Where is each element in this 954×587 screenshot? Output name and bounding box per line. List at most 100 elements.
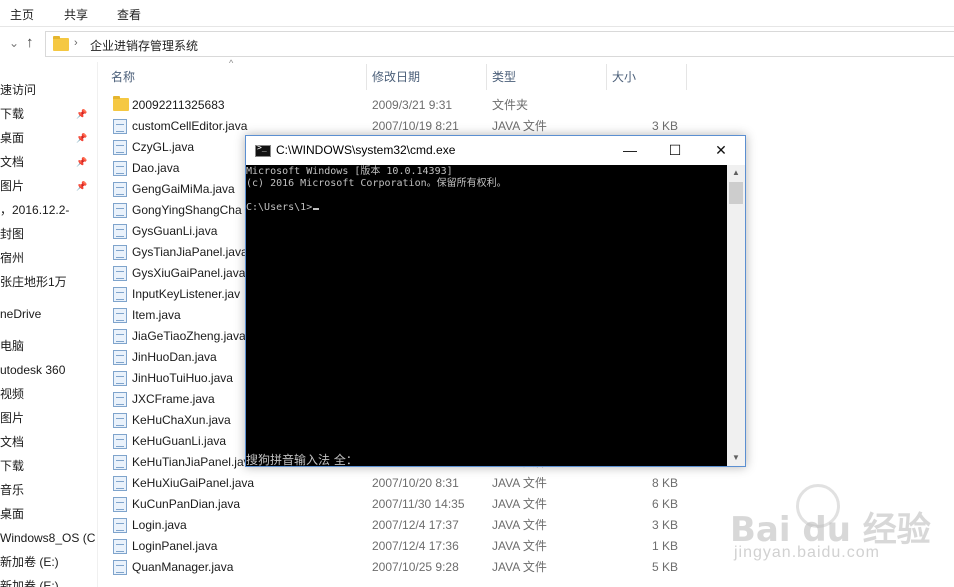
file-name: JiaGeTiaoZheng.java	[132, 329, 246, 343]
maximize-button[interactable]: ☐	[652, 136, 698, 165]
file-size: 8 KB	[651, 476, 678, 490]
nav-item-folder-suzhou[interactable]: 宿州	[0, 247, 24, 269]
file-name: JinHuoDan.java	[132, 350, 217, 364]
cmd-window[interactable]: C:\WINDOWS\system32\cmd.exe — ☐ ✕ Micros…	[245, 135, 746, 467]
file-date: 2007/10/19 8:21	[372, 119, 459, 133]
nav-item-folder-fengtu[interactable]: 封图	[0, 223, 24, 245]
file-name: Login.java	[132, 518, 187, 532]
nav-item-drive-e2[interactable]: 新加卷 (E:)	[0, 575, 59, 587]
table-row[interactable]: KuCunPanDian.java 2007/11/30 14:35 JAVA 文件…	[108, 494, 688, 515]
nav-item-desktop[interactable]: 桌面	[0, 127, 24, 149]
scroll-up-icon[interactable]: ▲	[727, 165, 745, 181]
column-header-size[interactable]: 大小	[612, 64, 636, 90]
console-line: (c) 2016 Microsoft Corporation。保留所有权利。	[246, 178, 507, 189]
file-name: KeHuChaXun.java	[132, 413, 231, 427]
address-bar-row: ⌄ ↑ › 企业进销存管理系统	[0, 28, 954, 60]
file-name: KeHuTianJiaPanel.java	[132, 455, 257, 469]
java-file-icon	[113, 434, 127, 449]
tab-share[interactable]: 共享	[64, 6, 88, 23]
column-divider[interactable]	[686, 64, 687, 90]
tab-view[interactable]: 查看	[117, 6, 141, 23]
java-file-icon	[113, 497, 127, 512]
nav-item-this-pc[interactable]: 电脑	[0, 335, 24, 357]
java-file-icon	[113, 539, 127, 554]
java-file-icon	[113, 476, 127, 491]
file-name: InputKeyListener.jav	[132, 287, 241, 301]
nav-item-folder-zhangzhuang[interactable]: 张庄地形1万	[0, 271, 67, 293]
file-name: JinHuoTuiHuo.java	[132, 371, 233, 385]
pin-icon: 📌	[76, 109, 88, 119]
chevron-down-icon[interactable]: ⌄	[9, 36, 19, 50]
minimize-button[interactable]: —	[607, 136, 653, 165]
column-divider[interactable]	[366, 64, 367, 90]
table-row[interactable]: LoginPanel.java 2007/12/4 17:36 JAVA 文件 1 K…	[108, 536, 688, 557]
console-line: Microsoft Windows [版本 10.0.14393]	[246, 166, 453, 177]
file-size: 5 KB	[651, 560, 678, 574]
ribbon-tabs: 主页 共享 查看	[0, 0, 954, 27]
column-header-date[interactable]: 修改日期	[372, 64, 420, 90]
table-row[interactable]: customCellEditor.java 2007/10/19 8:21 JAVA…	[108, 116, 688, 137]
file-name: GysGuanLi.java	[132, 224, 218, 238]
pane-divider[interactable]	[97, 62, 98, 587]
java-file-icon	[113, 518, 127, 533]
breadcrumb-path[interactable]: 企业进销存管理系统	[90, 37, 198, 54]
cmd-titlebar[interactable]: C:\WINDOWS\system32\cmd.exe — ☐ ✕	[246, 136, 745, 165]
paw-logo-icon	[796, 484, 840, 528]
java-file-icon	[113, 371, 127, 386]
scroll-thumb[interactable]	[729, 182, 743, 204]
scroll-down-icon[interactable]: ▼	[727, 450, 745, 466]
up-arrow-icon[interactable]: ↑	[26, 34, 34, 51]
nav-item-onedrive[interactable]: neDrive	[0, 303, 41, 325]
nav-item-quick-access[interactable]: 速访问	[0, 79, 36, 101]
cmd-title: C:\WINDOWS\system32\cmd.exe	[276, 143, 456, 157]
table-row[interactable]: Login.java 2007/12/4 17:37 JAVA 文件 3 KB	[108, 515, 688, 536]
cmd-scrollbar[interactable]: ▲ ▼	[727, 165, 745, 466]
table-row[interactable]: KeHuXiuGaiPanel.java 2007/10/20 8:31 JAVA …	[108, 473, 688, 494]
column-header-name[interactable]: 名称	[111, 64, 135, 90]
nav-item-documents-pc[interactable]: 文档	[0, 431, 24, 453]
address-bar[interactable]: › 企业进销存管理系统	[45, 31, 954, 57]
file-date: 2009/3/21 9:31	[372, 98, 453, 112]
pin-icon: 📌	[76, 181, 88, 191]
console-output[interactable]: Microsoft Windows [版本 10.0.14393] (c) 20…	[246, 165, 727, 467]
watermark-logo: Bai du 经验	[730, 510, 931, 550]
file-date: 2007/12/4 17:36	[372, 539, 459, 553]
file-type: JAVA 文件	[492, 539, 547, 553]
table-row[interactable]: 20092211325683 2009/3/21 9:31 文件夹	[108, 95, 688, 116]
folder-icon	[53, 36, 69, 51]
java-file-icon	[113, 245, 127, 260]
column-divider[interactable]	[606, 64, 607, 90]
nav-item-videos[interactable]: 视频	[0, 383, 24, 405]
file-name: GengGaiMiMa.java	[132, 182, 235, 196]
tab-home[interactable]: 主页	[10, 6, 34, 23]
file-size: 6 KB	[651, 497, 678, 511]
nav-item-downloads-pc[interactable]: 下载	[0, 455, 24, 477]
nav-item-desktop-pc[interactable]: 桌面	[0, 503, 24, 525]
nav-item-pictures[interactable]: 图片	[0, 175, 24, 197]
nav-item-drive-c[interactable]: Windows8_OS (C	[0, 527, 95, 549]
file-name: customCellEditor.java	[132, 119, 248, 133]
java-file-icon	[113, 140, 127, 155]
table-row[interactable]: QuanManager.java 2007/10/25 9:28 JAVA 文件 5 …	[108, 557, 688, 578]
nav-item-music[interactable]: 音乐	[0, 479, 24, 501]
breadcrumb-chevron-icon: ›	[74, 37, 78, 49]
pin-icon: 📌	[76, 157, 88, 167]
nav-item-drive-e[interactable]: 新加卷 (E:)	[0, 551, 59, 573]
java-file-icon	[113, 119, 127, 134]
text-cursor	[313, 208, 320, 210]
nav-item-autodesk360[interactable]: utodesk 360	[0, 359, 65, 381]
nav-item-pictures-pc[interactable]: 图片	[0, 407, 24, 429]
java-file-icon	[113, 224, 127, 239]
nav-item-folder-2016[interactable]: ，2016.12.2-	[0, 199, 69, 221]
pin-icon: 📌	[76, 133, 88, 143]
file-name: KeHuXiuGaiPanel.java	[132, 476, 255, 490]
column-divider[interactable]	[486, 64, 487, 90]
java-file-icon	[113, 560, 127, 575]
nav-item-downloads[interactable]: 下载	[0, 103, 24, 125]
nav-item-documents[interactable]: 文档	[0, 151, 24, 173]
close-button[interactable]: ✕	[698, 136, 744, 165]
java-file-icon	[113, 203, 127, 218]
java-file-icon	[113, 329, 127, 344]
column-header-type[interactable]: 类型	[492, 64, 516, 90]
file-type: JAVA 文件	[492, 560, 547, 574]
